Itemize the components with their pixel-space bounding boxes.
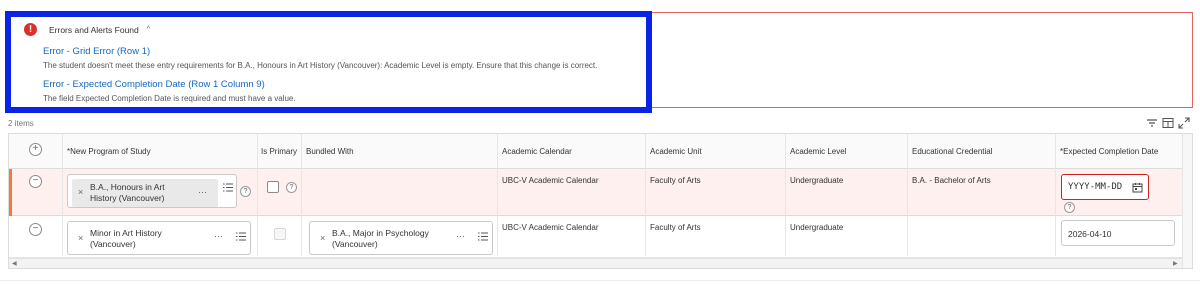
remove-row-icon[interactable]: −: [29, 175, 42, 188]
program-chip-label: B.A., Honours in Art History (Vancouver): [90, 182, 165, 203]
program-label-row2: Minor in Art History (Vancouver): [90, 228, 162, 249]
grid-header-row: [9, 134, 1182, 169]
horizontal-scrollbar[interactable]: ◀ ▶: [9, 258, 1182, 268]
help-icon[interactable]: ?: [1064, 202, 1075, 213]
divider: [0, 280, 1200, 281]
error-message-completion-date: The field Expected Completion Date is re…: [43, 94, 296, 103]
calendar-icon[interactable]: [1132, 182, 1143, 193]
col-divider: [301, 134, 302, 256]
col-divider: [785, 134, 786, 256]
errors-alerts-panel: ! Errors and Alerts Found ^ Error - Grid…: [5, 11, 652, 113]
errors-header[interactable]: ! Errors and Alerts Found ^: [24, 23, 150, 36]
level-row1: Undergraduate: [790, 176, 844, 185]
help-icon[interactable]: ?: [286, 182, 297, 193]
error-message-grid: The student doesn't meet these entry req…: [43, 61, 598, 70]
list-prompt-icon[interactable]: [478, 232, 488, 241]
unit-row1: Faculty of Arts: [650, 176, 701, 185]
errors-title: Errors and Alerts Found: [49, 24, 139, 35]
header-program[interactable]: *New Program of Study: [67, 147, 151, 156]
col-divider: [1055, 134, 1056, 256]
remove-chip-icon[interactable]: ×: [78, 187, 83, 197]
vertical-scrollbar[interactable]: [1182, 134, 1192, 268]
header-unit[interactable]: Academic Unit: [650, 147, 702, 156]
program-chip: × B.A., Honours in Art History (Vancouve…: [72, 179, 218, 207]
programs-grid: + *New Program of Study Is Primary Bundl…: [8, 133, 1193, 269]
row-error-indicator: [9, 169, 12, 216]
col-divider: [497, 134, 498, 256]
completion-date-input-row1[interactable]: YYYY-MM-DD: [1061, 174, 1149, 200]
columns-icon[interactable]: [1162, 117, 1174, 129]
col-divider: [257, 134, 258, 256]
program-selector-row2[interactable]: × Minor in Art History (Vancouver) ···: [67, 221, 251, 255]
date-placeholder: YYYY-MM-DD: [1068, 182, 1123, 192]
completion-date-input-row2[interactable]: 2026-04-10: [1061, 220, 1175, 246]
more-options-icon[interactable]: ···: [198, 187, 207, 197]
header-level[interactable]: Academic Level: [790, 147, 846, 156]
item-count: 2 items: [8, 119, 34, 128]
expand-icon[interactable]: [1178, 117, 1190, 129]
error-circle-icon: !: [24, 23, 37, 36]
error-link-grid[interactable]: Error - Grid Error (Row 1): [43, 46, 150, 57]
col-divider: [62, 134, 63, 256]
is-primary-checkbox-row1[interactable]: [267, 181, 279, 193]
credential-row1: B.A. - Bachelor of Arts: [912, 176, 991, 185]
unit-row2: Faculty of Arts: [650, 223, 701, 232]
header-primary[interactable]: Is Primary: [261, 147, 297, 156]
bundled-selector-row2[interactable]: × B.A., Major in Psychology (Vancouver) …: [309, 221, 493, 255]
col-divider: [645, 134, 646, 256]
col-divider: [907, 134, 908, 256]
list-prompt-icon[interactable]: [223, 183, 233, 192]
level-row2: Undergraduate: [790, 223, 844, 232]
scroll-right-icon[interactable]: ▶: [1173, 260, 1178, 267]
help-icon[interactable]: ?: [240, 186, 251, 197]
remove-chip-icon[interactable]: ×: [320, 233, 325, 243]
error-link-completion-date[interactable]: Error - Expected Completion Date (Row 1 …: [43, 79, 265, 90]
collapse-caret-icon[interactable]: ^: [147, 26, 150, 33]
header-credential[interactable]: Educational Credential: [912, 147, 993, 156]
header-completion[interactable]: *Expected Completion Date: [1060, 147, 1158, 156]
calendar-row2: UBC-V Academic Calendar: [502, 223, 599, 232]
more-options-icon[interactable]: ···: [214, 231, 223, 241]
more-options-icon[interactable]: ···: [456, 231, 465, 241]
scroll-left-icon[interactable]: ◀: [12, 260, 17, 267]
add-row-icon[interactable]: +: [29, 143, 42, 156]
remove-chip-icon[interactable]: ×: [78, 233, 83, 243]
date-value: 2026-04-10: [1068, 229, 1112, 239]
remove-row-icon[interactable]: −: [29, 223, 42, 236]
is-primary-checkbox-row2: [274, 228, 286, 240]
bundled-label-row2: B.A., Major in Psychology (Vancouver): [332, 228, 429, 249]
header-calendar[interactable]: Academic Calendar: [502, 147, 572, 156]
calendar-row1: UBC-V Academic Calendar: [502, 176, 599, 185]
header-bundled[interactable]: Bundled With: [306, 147, 354, 156]
program-selector-row1[interactable]: × B.A., Honours in Art History (Vancouve…: [67, 174, 237, 208]
filter-icon[interactable]: [1146, 117, 1158, 129]
list-prompt-icon[interactable]: [236, 232, 246, 241]
